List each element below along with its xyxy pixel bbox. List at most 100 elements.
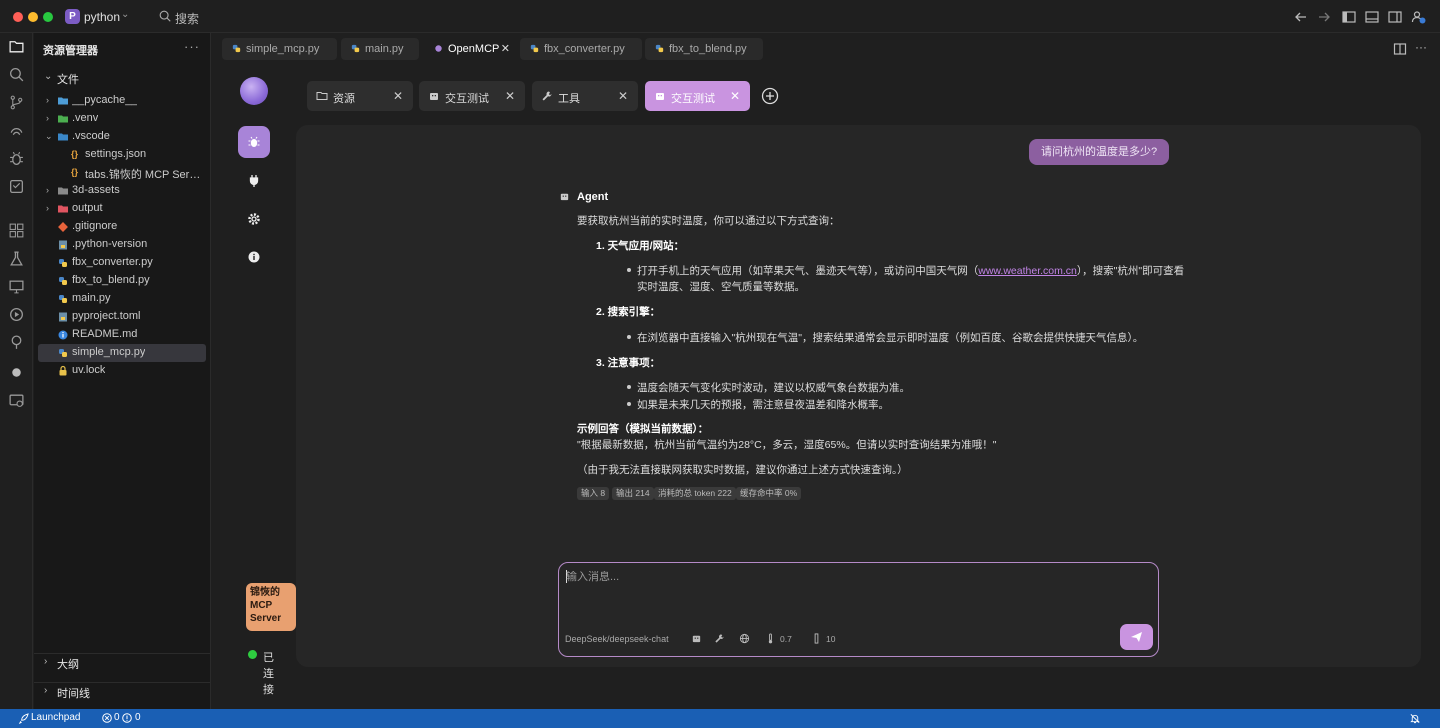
tab-fbx-to-blend[interactable]: fbx_to_blend.py: [645, 38, 763, 60]
files-section-label: 文件: [57, 74, 79, 86]
minimize-window-button[interactable]: [28, 12, 38, 22]
project-badge[interactable]: P: [65, 9, 80, 24]
message-input[interactable]: [566, 571, 1146, 583]
tab-openmcp[interactable]: OpenMCP ✕: [424, 38, 516, 60]
arrow-right-icon[interactable]: [1316, 9, 1332, 25]
testing-icon[interactable]: [8, 178, 25, 195]
model-selector[interactable]: DeepSeek/deepseek-chat: [565, 634, 669, 644]
rocket-icon: [18, 713, 29, 724]
toggle-secondary-sidebar-icon[interactable]: [1387, 9, 1403, 25]
command-search[interactable]: 搜索: [175, 10, 199, 27]
bell-muted-icon[interactable]: [1409, 713, 1421, 724]
search-icon[interactable]: [8, 66, 25, 83]
close-icon[interactable]: ✕: [501, 42, 510, 55]
nav-connect-button[interactable]: [238, 165, 270, 197]
ptab-tools[interactable]: 工具 ✕: [532, 81, 638, 111]
stat-output-tokens: 输出 214: [612, 487, 654, 500]
nav-debug-button[interactable]: [238, 126, 270, 158]
source-control-icon[interactable]: [8, 94, 25, 111]
close-icon[interactable]: ✕: [505, 89, 515, 103]
toggle-panel-icon[interactable]: [1364, 9, 1380, 25]
chevron-right-icon: ›: [44, 656, 48, 667]
send-icon: [1131, 632, 1142, 642]
files-section-header[interactable]: ⌄ 文件: [34, 69, 211, 87]
chevron-down-icon[interactable]: ⌄: [121, 9, 129, 20]
tab-fbx-converter[interactable]: fbx_converter.py: [520, 38, 642, 60]
thermometer-icon[interactable]: [765, 633, 776, 644]
ptab-label: 交互测试: [671, 93, 715, 105]
nav-info-button[interactable]: [238, 241, 270, 273]
tree-item-pycache[interactable]: › __pycache__: [38, 92, 206, 110]
timeline-section-header[interactable]: › 时间线: [34, 682, 211, 700]
tree-item-venv[interactable]: › .venv: [38, 110, 206, 128]
globe-icon[interactable]: [739, 633, 750, 644]
tree-item-uv-lock[interactable]: uv.lock: [38, 362, 206, 380]
info-icon: [248, 251, 260, 263]
add-tab-icon[interactable]: [761, 87, 779, 105]
context-length-icon[interactable]: [811, 633, 822, 644]
close-icon[interactable]: ✕: [393, 89, 403, 103]
robot-icon[interactable]: [691, 633, 702, 644]
ptab-interaction-1[interactable]: 交互测试 ✕: [419, 81, 525, 111]
warning-icon[interactable]: [122, 713, 132, 723]
tab-simple-mcp[interactable]: simple_mcp.py: [222, 38, 337, 60]
accounts-icon[interactable]: [1410, 9, 1426, 25]
timeline-icon[interactable]: [8, 306, 25, 323]
nav-settings-button[interactable]: [238, 203, 270, 235]
outline-section-label: 大纲: [57, 659, 79, 671]
remote-icon[interactable]: [8, 122, 25, 139]
server-name-badge[interactable]: 锦恢的 MCP Server: [246, 583, 296, 631]
project-name[interactable]: python: [84, 10, 120, 24]
tree-item-python-version[interactable]: .python-version: [38, 236, 206, 254]
more-actions-icon[interactable]: ···: [1415, 40, 1427, 54]
close-window-button[interactable]: [13, 12, 23, 22]
tree-item-output[interactable]: › output: [38, 200, 206, 218]
tree-item-settings-json[interactable]: {} settings.json: [38, 146, 206, 164]
ptab-interaction-2[interactable]: 交互测试 ✕: [645, 81, 750, 111]
tree-item-gitignore[interactable]: .gitignore: [38, 218, 206, 236]
agent-intro: 要获取杭州当前的实时温度，你可以通过以下方式查询：: [577, 215, 840, 227]
tree-item-vscode[interactable]: ⌄ .vscode: [38, 128, 206, 146]
git-icon: [58, 222, 68, 232]
tree-icon[interactable]: [8, 334, 25, 351]
folder-icon: [58, 187, 68, 195]
ptab-resources[interactable]: 资源 ✕: [307, 81, 413, 111]
extensions-icon[interactable]: [8, 222, 25, 239]
error-count[interactable]: 0: [114, 712, 120, 723]
tree-item-3d-assets[interactable]: › 3d-assets: [38, 182, 206, 200]
python-icon: [59, 295, 67, 303]
toggle-sidebar-icon[interactable]: [1341, 9, 1357, 25]
tree-item-main-py[interactable]: main.py: [38, 290, 206, 308]
explorer-icon[interactable]: [8, 38, 25, 55]
json-icon: {}: [71, 149, 79, 159]
tab-main-py[interactable]: main.py: [341, 38, 419, 60]
tree-item-tabs-json[interactable]: {} tabs.锦恢的 MCP Server...: [38, 164, 206, 182]
outline-section-header[interactable]: › 大纲: [34, 653, 211, 671]
flask-icon[interactable]: [8, 250, 25, 267]
search-icon[interactable]: [158, 9, 172, 23]
weather-link[interactable]: www.weather.com.cn: [978, 265, 1077, 277]
tree-item-label: settings.json: [85, 148, 147, 160]
close-icon[interactable]: ✕: [618, 89, 628, 103]
tree-item-fbx-converter[interactable]: fbx_converter.py: [38, 254, 206, 272]
tree-item-fbx-to-blend[interactable]: fbx_to_blend.py: [38, 272, 206, 290]
error-icon[interactable]: [102, 713, 112, 723]
tree-item-simple-mcp[interactable]: simple_mcp.py: [38, 344, 206, 362]
monitor-icon[interactable]: [8, 278, 25, 295]
openmcp-icon[interactable]: [8, 392, 25, 409]
arrow-left-icon[interactable]: [1293, 9, 1309, 25]
tree-item-pyproject[interactable]: pyproject.toml: [38, 308, 206, 326]
close-icon[interactable]: ✕: [730, 89, 740, 103]
split-editor-icon[interactable]: [1393, 42, 1407, 56]
more-icon[interactable]: ···: [184, 39, 200, 54]
agent-note: （由于我无法直接联网获取实时数据，建议你通过上述方式快速查询。）: [577, 464, 908, 476]
launchpad-button[interactable]: Launchpad: [31, 712, 81, 723]
warning-count[interactable]: 0: [135, 712, 141, 723]
debug-icon[interactable]: [8, 150, 25, 167]
stat-total-tokens: 消耗的总 token 222: [654, 487, 736, 500]
wrench-icon[interactable]: [714, 633, 725, 644]
tree-item-readme[interactable]: README.md: [38, 326, 206, 344]
record-icon[interactable]: [8, 364, 25, 381]
send-button[interactable]: [1120, 624, 1153, 650]
maximize-window-button[interactable]: [43, 12, 53, 22]
